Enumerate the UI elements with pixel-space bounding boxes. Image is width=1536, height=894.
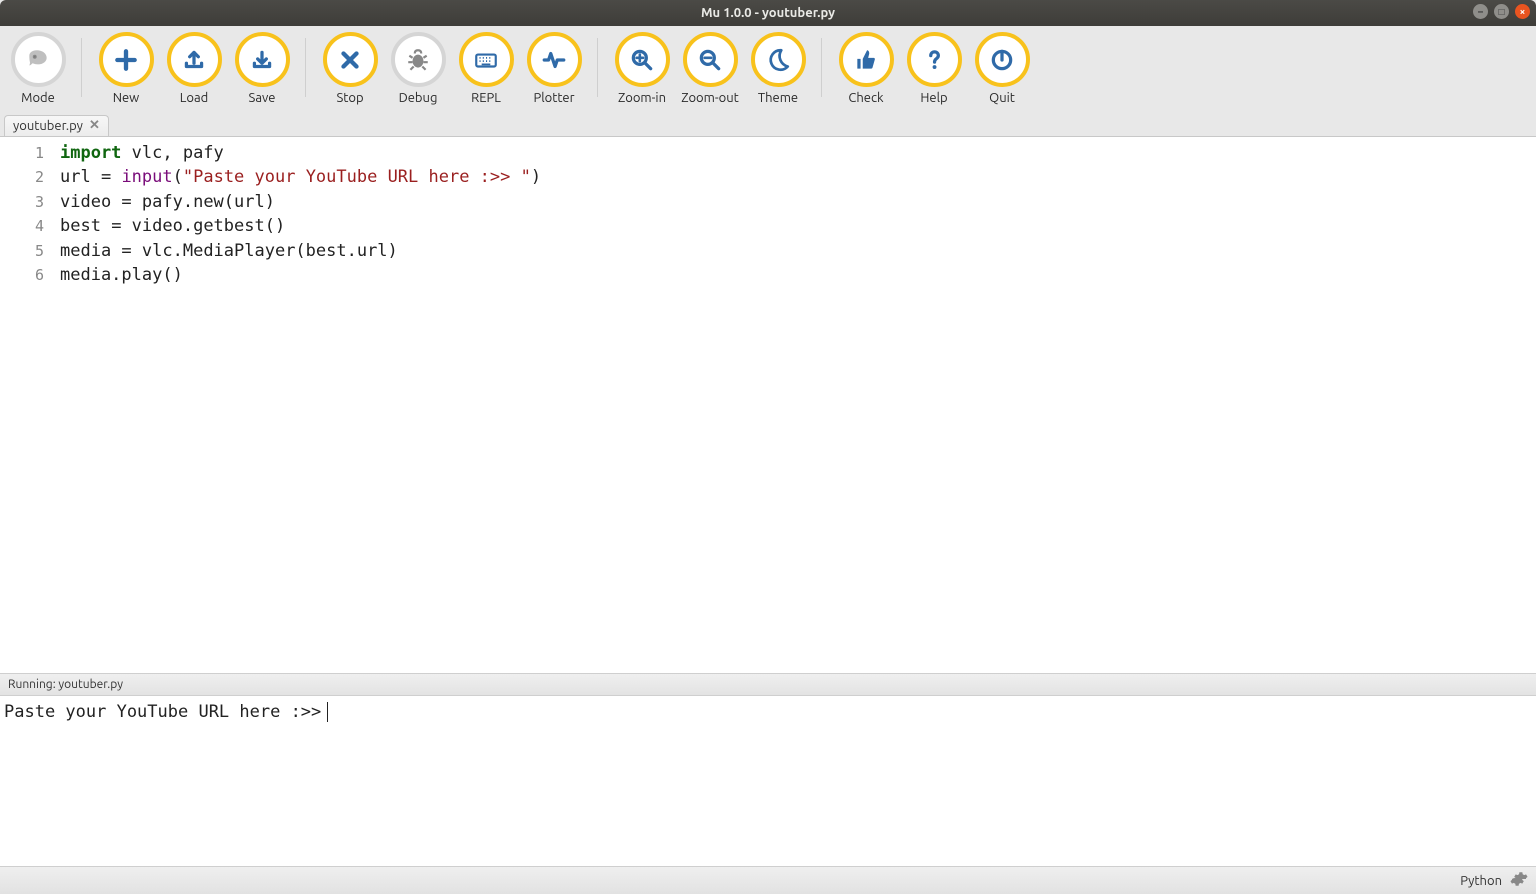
code-line[interactable]: media.play() [60, 263, 541, 287]
title-bar: Mu 1.0.0 - youtuber.py – □ × [0, 0, 1536, 26]
load-button[interactable]: Load [160, 30, 228, 109]
settings-icon[interactable] [1510, 870, 1528, 891]
mode-icon [11, 32, 66, 87]
toolbar-group: Zoom-in Zoom-out Theme [608, 30, 822, 109]
toolbar-label: Theme [758, 91, 798, 105]
repl-button[interactable]: REPL [452, 30, 520, 109]
debug-button[interactable]: Debug [384, 30, 452, 109]
zoom-out-icon [683, 32, 738, 87]
toolbar-label: Load [180, 91, 209, 105]
zoom-in-icon [615, 32, 670, 87]
code-line[interactable]: best = video.getbest() [60, 214, 541, 238]
toolbar-label: Debug [399, 91, 438, 105]
status-mode[interactable]: Python [1460, 874, 1502, 888]
keyboard-icon [459, 32, 514, 87]
save-button[interactable]: Save [228, 30, 296, 109]
code-area[interactable]: import vlc, pafyurl = input("Paste your … [54, 137, 541, 673]
toolbar-group: Check Help Quit [832, 30, 1046, 109]
editor-tab[interactable]: youtuber.py ✕ [4, 115, 109, 136]
toolbar-group: Mode [4, 30, 82, 109]
console-cursor [327, 702, 328, 722]
thumbs-up-icon [839, 32, 894, 87]
code-line[interactable]: url = input("Paste your YouTube URL here… [60, 165, 541, 189]
close-button[interactable]: × [1515, 4, 1530, 19]
help-button[interactable]: Help [900, 30, 968, 109]
toolbar-label: Plotter [533, 91, 574, 105]
line-number: 1 [0, 141, 44, 165]
line-number: 4 [0, 214, 44, 238]
quit-button[interactable]: Quit [968, 30, 1036, 109]
code-line[interactable]: import vlc, pafy [60, 141, 541, 165]
tab-bar: youtuber.py ✕ [0, 111, 1536, 137]
toolbar-label: Save [249, 91, 276, 105]
mode-button[interactable]: Mode [4, 30, 72, 109]
code-editor[interactable]: 123456 import vlc, pafyurl = input("Past… [0, 137, 1536, 673]
toolbar-label: REPL [471, 91, 501, 105]
theme-button[interactable]: Theme [744, 30, 812, 109]
check-button[interactable]: Check [832, 30, 900, 109]
toolbar-group: Stop Debug REPL Plotter [316, 30, 598, 109]
toolbar-label: Help [920, 91, 947, 105]
code-line[interactable]: video = pafy.new(url) [60, 190, 541, 214]
maximize-button[interactable]: □ [1494, 4, 1509, 19]
line-number: 6 [0, 263, 44, 287]
console-output: Paste your YouTube URL here :>> [4, 702, 321, 722]
line-number-gutter: 123456 [0, 137, 54, 673]
toolbar-label: Check [848, 91, 883, 105]
toolbar-label: Stop [336, 91, 363, 105]
x-icon [323, 32, 378, 87]
zoom-in-button[interactable]: Zoom-in [608, 30, 676, 109]
plotter-button[interactable]: Plotter [520, 30, 588, 109]
minimize-button[interactable]: – [1473, 4, 1488, 19]
toolbar-label: Zoom-out [681, 91, 739, 105]
line-number: 2 [0, 165, 44, 189]
zoom-out-button[interactable]: Zoom-out [676, 30, 744, 109]
new-button[interactable]: New [92, 30, 160, 109]
download-icon [235, 32, 290, 87]
toolbar-label: Mode [21, 91, 55, 105]
window-controls: – □ × [1473, 4, 1530, 19]
status-bar: Python [0, 866, 1536, 894]
toolbar-label: Zoom-in [618, 91, 666, 105]
code-line[interactable]: media = vlc.MediaPlayer(best.url) [60, 239, 541, 263]
close-tab-icon[interactable]: ✕ [89, 118, 100, 133]
question-icon [907, 32, 962, 87]
stop-button[interactable]: Stop [316, 30, 384, 109]
upload-icon [167, 32, 222, 87]
toolbar-label: Quit [989, 91, 1015, 105]
plus-icon [99, 32, 154, 87]
power-icon [975, 32, 1030, 87]
toolbar: Mode New Load Save Stop Debug REPL Plotter Zoom-… [0, 26, 1536, 111]
toolbar-label: New [113, 91, 140, 105]
line-number: 3 [0, 190, 44, 214]
output-console[interactable]: Paste your YouTube URL here :>> [0, 696, 1536, 866]
line-number: 5 [0, 239, 44, 263]
runner-header: Running: youtuber.py [0, 673, 1536, 696]
toolbar-group: New Load Save [92, 30, 306, 109]
tab-label: youtuber.py [13, 119, 83, 133]
window-title: Mu 1.0.0 - youtuber.py [701, 6, 835, 20]
pulse-icon [527, 32, 582, 87]
bug-icon [391, 32, 446, 87]
moon-icon [751, 32, 806, 87]
